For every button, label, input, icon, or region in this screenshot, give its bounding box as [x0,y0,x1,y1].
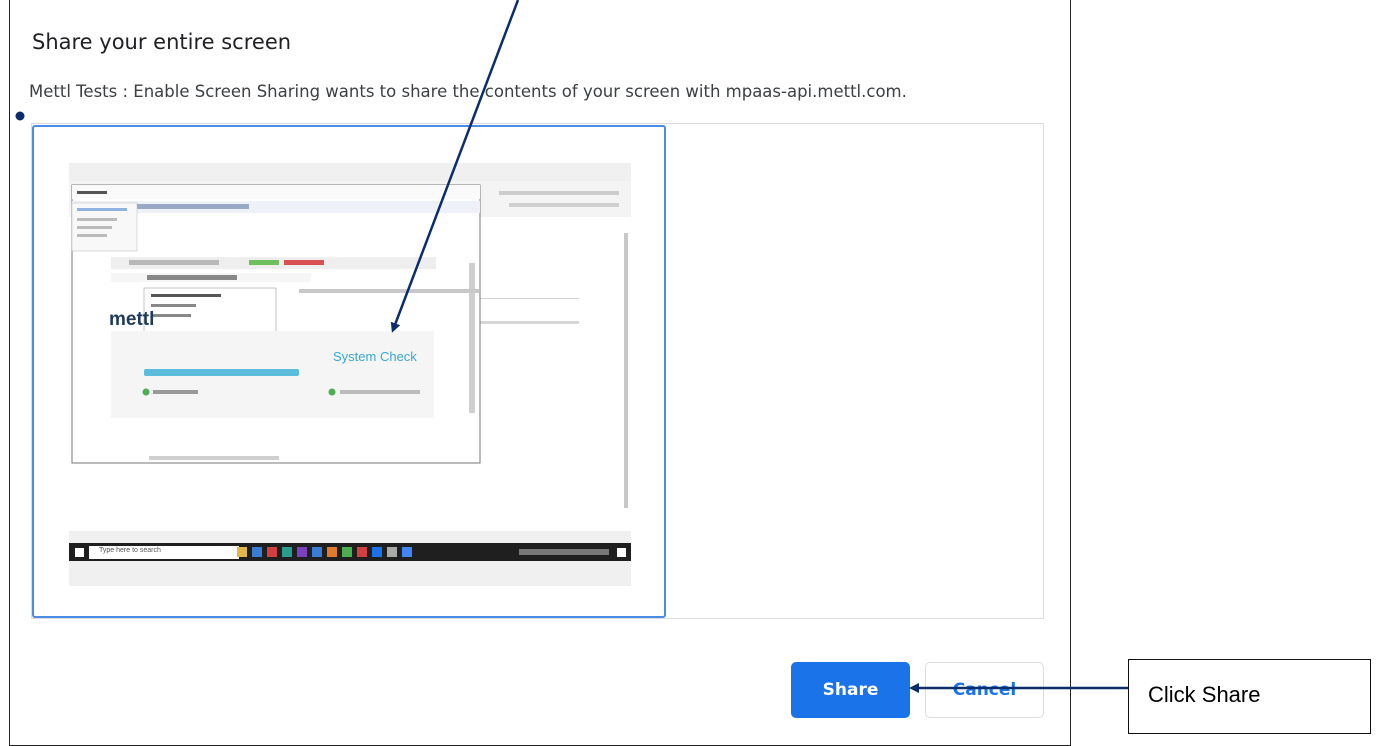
cancel-button[interactable]: Cancel [925,662,1044,718]
entire-screen-option[interactable]: mettl System Check Type here to search [32,125,666,618]
preview-system-check: System Check [333,349,417,364]
dialog-title: Share your entire screen [32,30,292,54]
share-screen-dialog: Share your entire screen Mettl Tests : E… [9,0,1071,746]
annotation-callout-text: Click Share [1148,682,1261,707]
share-button[interactable]: Share [791,662,910,718]
annotation-callout-box: Click Share [1128,659,1371,734]
screen-preview-graphic [69,163,631,586]
screen-preview-thumbnail: mettl System Check Type here to search [69,163,631,586]
dialog-description: Mettl Tests : Enable Screen Sharing want… [29,82,907,101]
preview-logo: mettl [109,309,155,330]
preview-taskbar-search: Type here to search [99,547,161,554]
